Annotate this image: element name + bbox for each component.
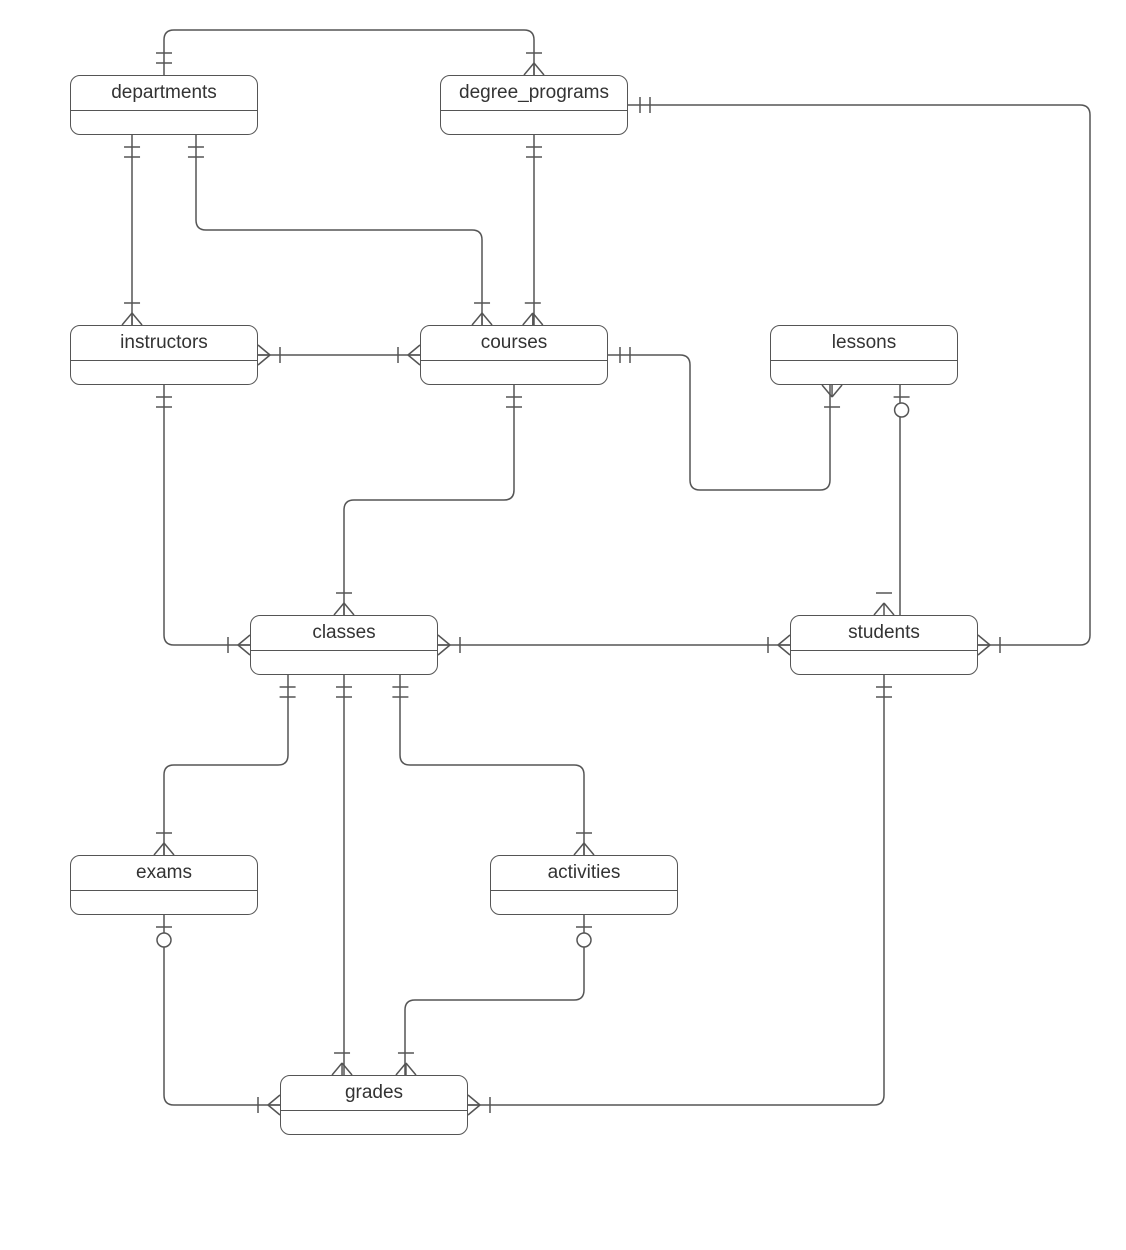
relationship-exams-grades — [164, 915, 280, 1105]
entity-title: grades — [281, 1076, 467, 1111]
entity-students[interactable]: students — [790, 615, 978, 675]
relationship-courses-classes — [344, 385, 514, 615]
relationship-classes-activities — [400, 675, 584, 855]
relationship-classes-exams — [164, 675, 288, 855]
entity-title: instructors — [71, 326, 257, 361]
entity-body — [71, 361, 257, 385]
entity-title: courses — [421, 326, 607, 361]
entity-title: lessons — [771, 326, 957, 361]
entity-body — [791, 651, 977, 675]
entity-title: departments — [71, 76, 257, 111]
entity-title: activities — [491, 856, 677, 891]
entity-courses[interactable]: courses — [420, 325, 608, 385]
entity-activities[interactable]: activities — [490, 855, 678, 915]
entity-classes[interactable]: classes — [250, 615, 438, 675]
entity-degree_programs[interactable]: degree_programs — [440, 75, 628, 135]
entity-exams[interactable]: exams — [70, 855, 258, 915]
entity-body — [281, 1111, 467, 1135]
entity-departments[interactable]: departments — [70, 75, 258, 135]
entity-title: exams — [71, 856, 257, 891]
relationship-instructors-classes — [164, 385, 250, 645]
entity-body — [421, 361, 607, 385]
entity-body — [251, 651, 437, 675]
entity-body — [491, 891, 677, 915]
entity-body — [71, 111, 257, 135]
entity-body — [441, 111, 627, 135]
er-diagram-canvas: { "entities": { "departments": { "label"… — [0, 0, 1126, 1250]
entity-body — [71, 891, 257, 915]
entity-title: students — [791, 616, 977, 651]
relationship-departments-degree_programs — [164, 30, 534, 75]
relationship-departments-courses — [196, 135, 482, 325]
entity-instructors[interactable]: instructors — [70, 325, 258, 385]
entity-title: degree_programs — [441, 76, 627, 111]
relationship-activities-grades — [405, 915, 584, 1075]
entity-grades[interactable]: grades — [280, 1075, 468, 1135]
entity-body — [771, 361, 957, 385]
entity-lessons[interactable]: lessons — [770, 325, 958, 385]
entity-title: classes — [251, 616, 437, 651]
